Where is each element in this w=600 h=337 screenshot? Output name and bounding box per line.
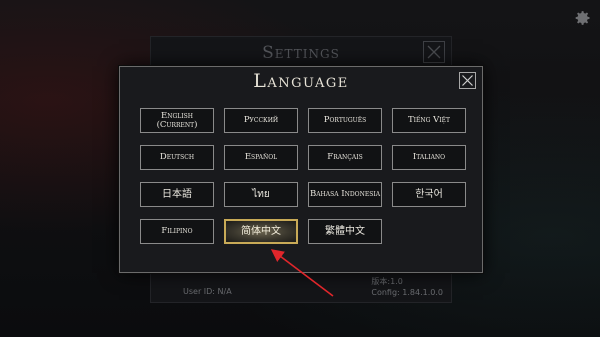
close-icon	[427, 45, 441, 59]
language-button-portuguese[interactable]: Português	[308, 108, 382, 133]
language-button-indonesian[interactable]: Bahasa Indonesia	[308, 182, 382, 207]
language-button-thai[interactable]: ไทย	[224, 182, 298, 207]
close-icon	[462, 75, 473, 86]
version-info: 版本:1.0 Config: 1.84.1.0.0	[371, 276, 443, 298]
language-button-korean[interactable]: 한국어	[392, 182, 466, 207]
language-button-traditional-chinese[interactable]: 繁體中文	[308, 219, 382, 244]
language-button-simplified-chinese[interactable]: 简体中文	[224, 219, 298, 244]
dialog-title: Language	[253, 70, 349, 92]
language-button-japanese[interactable]: 日本語	[140, 182, 214, 207]
language-button-english[interactable]: English (Current)	[140, 108, 214, 133]
language-button-french[interactable]: Français	[308, 145, 382, 170]
dialog-close-button[interactable]	[459, 72, 476, 89]
language-grid: English (Current) Русский Português Tiến…	[140, 108, 466, 244]
language-button-italian[interactable]: Italiano	[392, 145, 466, 170]
language-button-filipino[interactable]: Filipino	[140, 219, 214, 244]
user-id-label: User ID: N/A	[183, 287, 232, 296]
language-button-russian[interactable]: Русский	[224, 108, 298, 133]
settings-title: Settings	[262, 43, 340, 63]
gear-icon[interactable]	[572, 8, 592, 28]
language-button-vietnamese[interactable]: Tiếng Việt	[392, 108, 466, 133]
version-line: 版本:1.0	[371, 277, 403, 286]
language-button-spanish[interactable]: Español	[224, 145, 298, 170]
config-line: Config: 1.84.1.0.0	[371, 288, 443, 297]
language-button-german[interactable]: Deutsch	[140, 145, 214, 170]
settings-close-button[interactable]	[423, 41, 445, 63]
language-dialog: Language English (Current) Русский Portu…	[119, 66, 483, 273]
